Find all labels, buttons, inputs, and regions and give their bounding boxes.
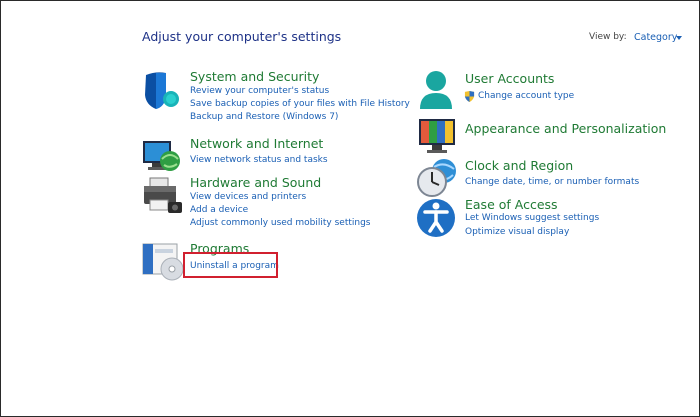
chevron-down-icon[interactable] bbox=[676, 36, 682, 40]
clock-globe-icon bbox=[417, 159, 456, 197]
shield-icon bbox=[145, 72, 179, 109]
uac-shield-icon bbox=[464, 91, 475, 102]
link-date-time-formats[interactable]: Change date, time, or number formats bbox=[465, 177, 639, 187]
monitor-icon bbox=[419, 119, 455, 153]
link-review-status[interactable]: Review your computer's status bbox=[190, 86, 329, 96]
link-change-account-type[interactable]: Change account type bbox=[478, 91, 574, 101]
category-title-user-accounts[interactable]: User Accounts bbox=[465, 71, 554, 86]
category-user-accounts: User Accounts Change account type bbox=[417, 69, 687, 109]
control-panel-window: Adjust your computer's settings View by:… bbox=[0, 0, 700, 417]
highlight-box bbox=[183, 252, 278, 278]
link-file-history[interactable]: Save backup copies of your files with Fi… bbox=[190, 99, 410, 109]
category-title-appearance[interactable]: Appearance and Personalization bbox=[465, 121, 666, 136]
view-by-label: View by: bbox=[589, 32, 627, 42]
category-clock-region: Clock and Region Change date, time, or n… bbox=[417, 157, 687, 197]
link-add-device[interactable]: Add a device bbox=[190, 205, 248, 215]
user-icon bbox=[420, 71, 452, 109]
category-hardware-sound: Hardware and Sound View devices and prin… bbox=[142, 174, 412, 234]
view-by-dropdown[interactable]: Category bbox=[634, 32, 677, 43]
link-optimize-display[interactable]: Optimize visual display bbox=[465, 227, 569, 237]
link-network-status[interactable]: View network status and tasks bbox=[190, 155, 328, 165]
category-title-clock-region[interactable]: Clock and Region bbox=[465, 158, 573, 173]
category-network-internet: Network and Internet View network status… bbox=[142, 135, 412, 173]
accessibility-icon bbox=[417, 199, 455, 237]
page-title: Adjust your computer's settings bbox=[142, 29, 342, 44]
category-system-security: System and Security Review your computer… bbox=[142, 69, 412, 129]
category-title-hardware-sound[interactable]: Hardware and Sound bbox=[190, 175, 321, 190]
link-devices-printers[interactable]: View devices and printers bbox=[190, 192, 306, 202]
programs-disc-icon bbox=[142, 243, 184, 281]
printer-icon bbox=[144, 177, 182, 213]
category-title-ease-of-access[interactable]: Ease of Access bbox=[465, 197, 558, 212]
network-globe-icon bbox=[143, 141, 180, 171]
category-title-network-internet[interactable]: Network and Internet bbox=[190, 136, 323, 151]
link-mobility-settings[interactable]: Adjust commonly used mobility settings bbox=[190, 218, 370, 228]
category-title-system-security[interactable]: System and Security bbox=[190, 69, 319, 84]
link-backup-restore[interactable]: Backup and Restore (Windows 7) bbox=[190, 112, 338, 122]
category-appearance: Appearance and Personalization bbox=[417, 115, 687, 153]
category-ease-of-access: Ease of Access Let Windows suggest setti… bbox=[417, 197, 687, 241]
link-suggest-settings[interactable]: Let Windows suggest settings bbox=[465, 213, 599, 223]
